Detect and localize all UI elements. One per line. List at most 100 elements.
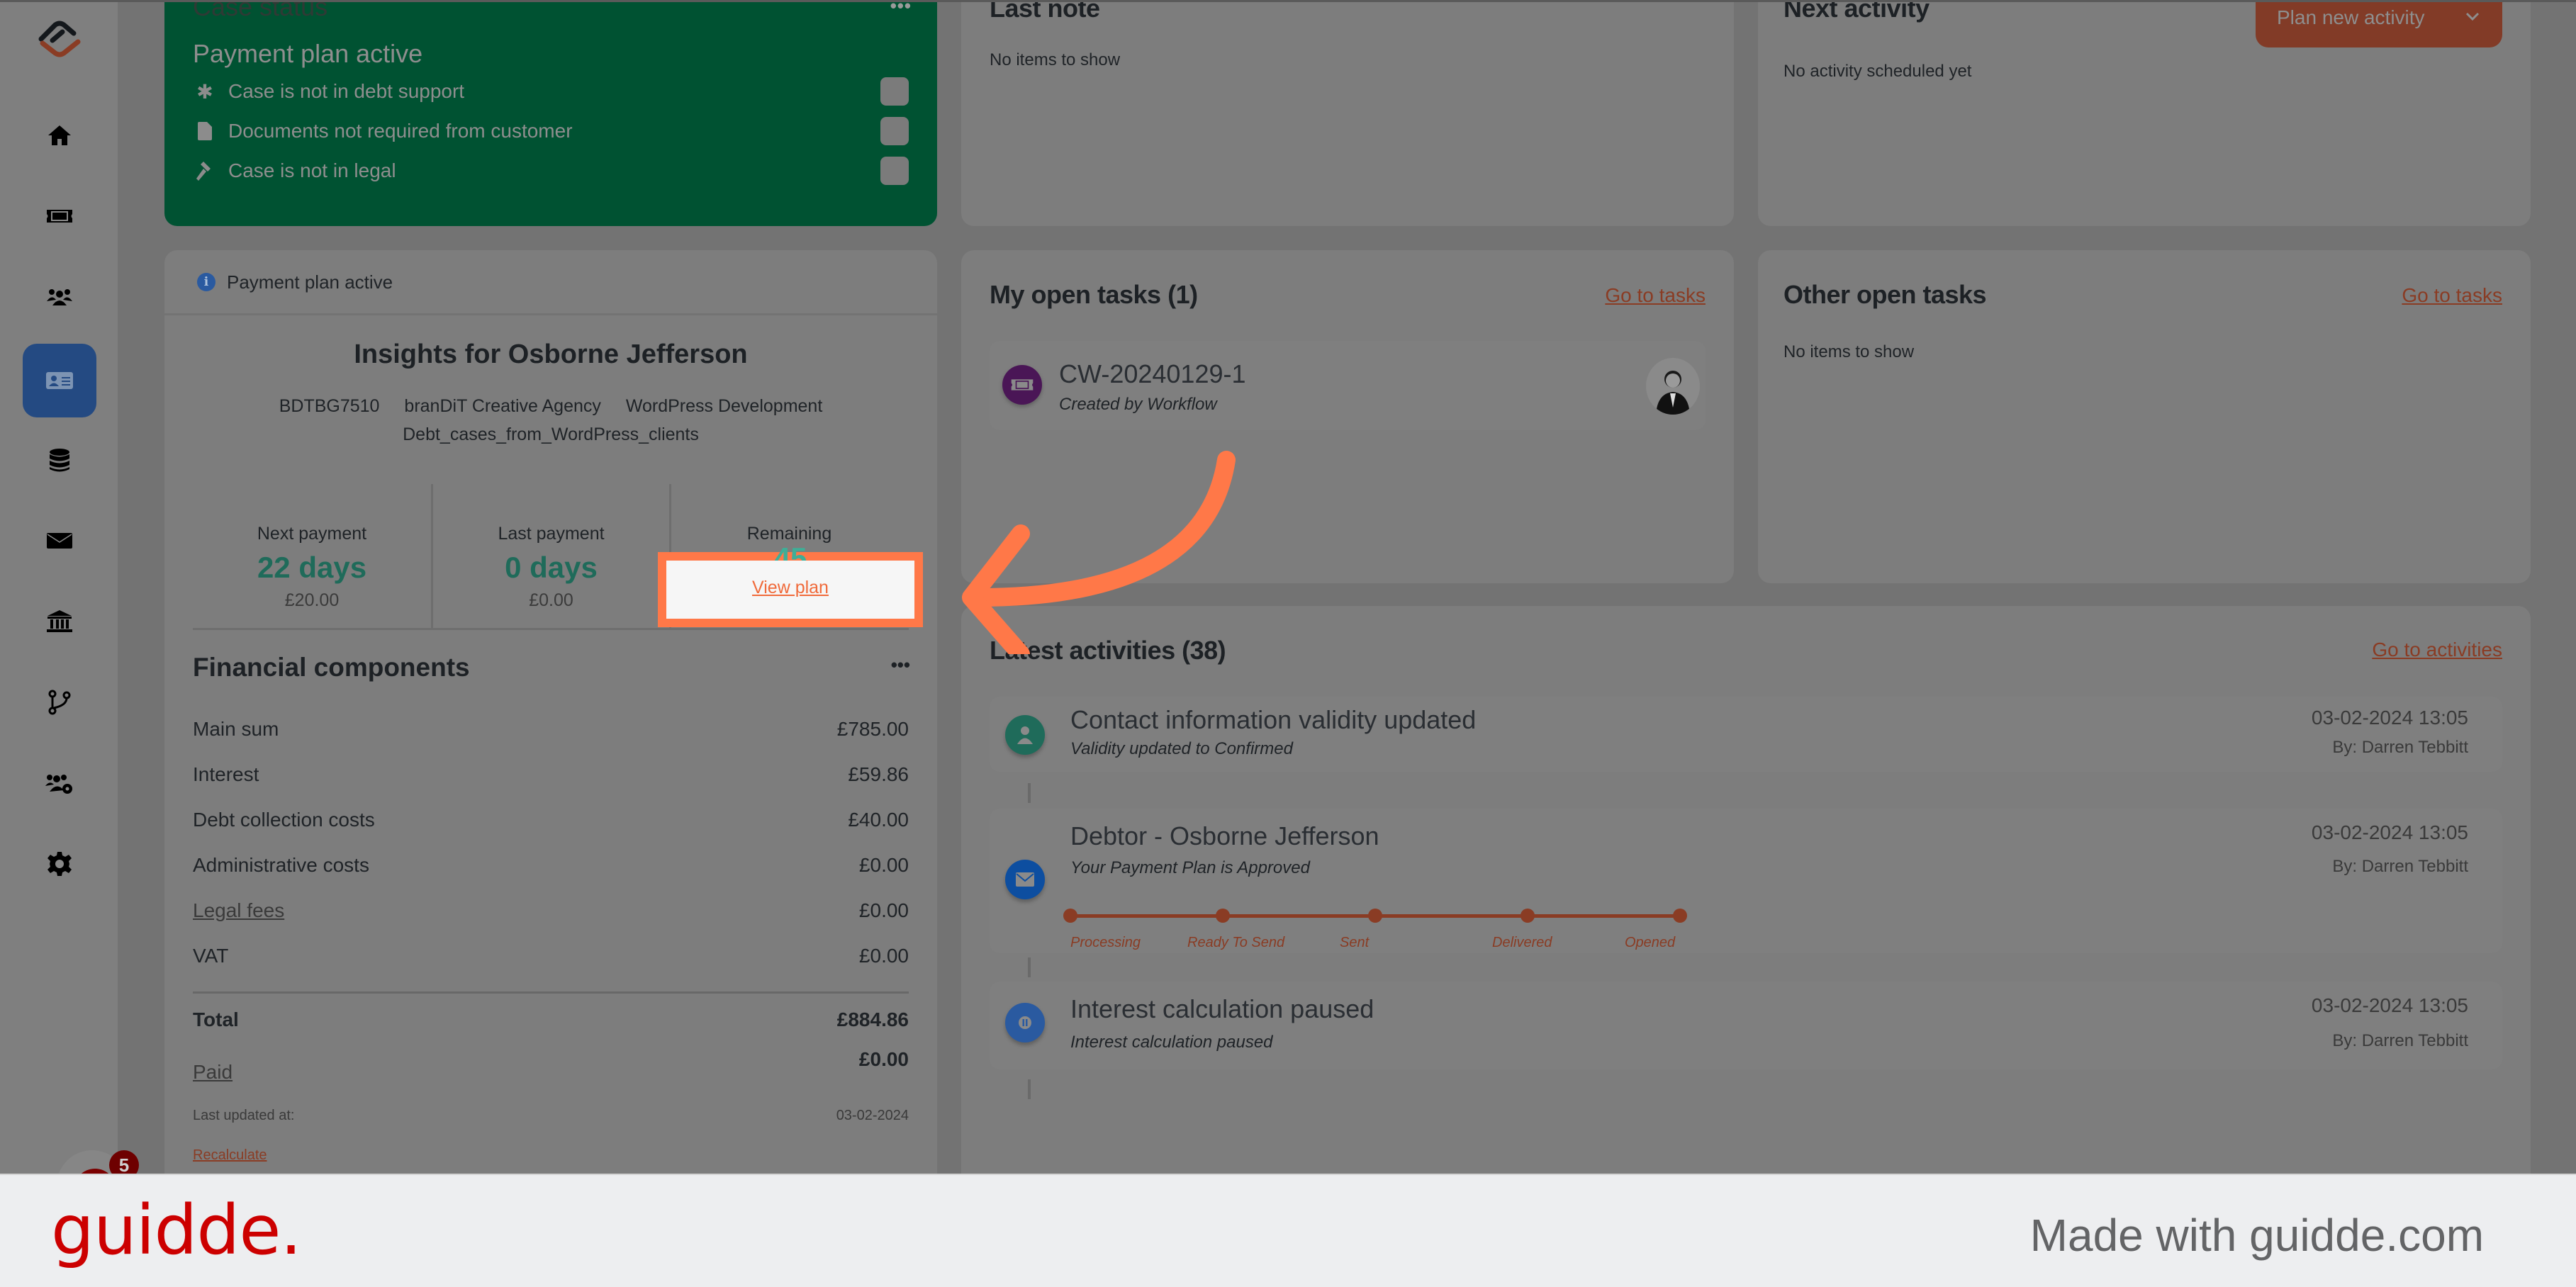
- my-open-tasks-card: My open tasks (1) Go to tasks CW-2024012…: [961, 250, 1734, 583]
- sidebar-item-home[interactable]: [23, 99, 96, 172]
- legal-fees-link[interactable]: Legal fees: [193, 899, 284, 922]
- financial-menu-button[interactable]: •••: [891, 654, 910, 676]
- activity-title: Interest calculation paused: [1070, 994, 1374, 1023]
- sidebar-item-tickets[interactable]: [23, 179, 96, 253]
- sidebar-item-customers[interactable]: [23, 260, 96, 334]
- tracker-step-dot: [1368, 909, 1382, 923]
- users-gear-icon: [45, 775, 72, 794]
- sidebar-item-messages[interactable]: [23, 504, 96, 578]
- tracker-step-label: Delivered: [1492, 935, 1552, 950]
- recalculate-link[interactable]: Recalculate: [193, 1147, 267, 1164]
- notification-badge: 5: [109, 1150, 139, 1174]
- financial-label: Debt collection costs: [193, 809, 375, 831]
- timeline-connector: [1028, 783, 1031, 803]
- my-open-tasks-title: My open tasks (1): [990, 280, 1198, 309]
- gear-icon: [47, 852, 72, 876]
- sidebar-item-workflows[interactable]: [23, 665, 96, 739]
- case-status-checkbox[interactable]: [880, 157, 909, 185]
- chevron-down-icon: [2465, 12, 2480, 21]
- activity-item[interactable]: Debtor - Osborne Jefferson Your Payment …: [990, 809, 2502, 953]
- task-item[interactable]: CW-20240129-1 Created by Workflow: [990, 341, 1706, 430]
- case-status-menu-button[interactable]: •••: [890, 2, 912, 17]
- case-status-checkbox[interactable]: [880, 77, 909, 106]
- users-icon: [47, 289, 72, 305]
- case-status-row-label: Case is not in debt support: [228, 80, 465, 102]
- latest-activities-card: Latest activities (38) Go to activities …: [961, 606, 2531, 1174]
- sidebar-item-cases[interactable]: [23, 344, 96, 417]
- next-activity-card: Next activity Plan new activity No activ…: [1758, 2, 2531, 226]
- total-value: £884.86: [836, 1008, 909, 1030]
- financial-value: £40.00: [848, 809, 909, 831]
- go-to-tasks-link[interactable]: Go to tasks: [2402, 284, 2502, 307]
- case-status-value: Payment plan active: [193, 39, 423, 68]
- sidebar-item-bank[interactable]: [23, 585, 96, 658]
- sidebar-item-database[interactable]: [23, 423, 96, 497]
- case-status-checkbox[interactable]: [880, 117, 909, 145]
- app-logo[interactable]: [34, 21, 85, 57]
- financial-value: £0.00: [858, 945, 909, 967]
- insights-meta: BDTBG7510 branDiT Creative Agency WordPr…: [164, 396, 937, 417]
- financial-label: Administrative costs: [193, 854, 369, 876]
- task-subtitle: Created by Workflow: [1059, 395, 1217, 414]
- case-status-row-label: Case is not in legal: [228, 159, 396, 181]
- remaining-value: 45: [773, 541, 807, 561]
- envelope-icon: [1005, 860, 1045, 899]
- home-icon: [48, 125, 71, 145]
- financial-row: Interest £59.86: [193, 763, 909, 792]
- tracker-step-dot: [1216, 909, 1230, 923]
- case-status-row-label: Documents not required from customer: [228, 120, 573, 142]
- activity-author: By: Darren Tebbitt: [2332, 738, 2468, 757]
- financial-row: Debt collection costs £40.00: [193, 809, 909, 837]
- activity-author: By: Darren Tebbitt: [2332, 1031, 2468, 1050]
- activity-title: Debtor - Osborne Jefferson: [1070, 821, 1379, 850]
- file-icon: [193, 122, 217, 140]
- last-updated-label: Last updated at:: [193, 1108, 295, 1123]
- id-card-icon: [46, 372, 73, 389]
- user-icon: [1005, 715, 1045, 755]
- latest-activities-title: Latest activities (38): [990, 636, 1226, 665]
- paid-value: £0.00: [858, 1048, 909, 1070]
- case-portfolio: Debt_cases_from_WordPress_clients: [403, 425, 699, 444]
- database-icon: [50, 449, 69, 472]
- last-note-card: Last note No items to show: [961, 0, 1734, 226]
- sidebar-item-settings[interactable]: [23, 827, 96, 901]
- financial-total-row: Total £884.86: [193, 1008, 909, 1037]
- app-window: 5 Case status ••• Payment plan active ✱ …: [0, 0, 2576, 1174]
- sidebar-item-user-groups[interactable]: [23, 746, 96, 820]
- activity-subtitle: Your Payment Plan is Approved: [1070, 858, 1310, 877]
- stat-amount: £20.00: [284, 590, 340, 610]
- case-status-title: Case status: [193, 0, 328, 21]
- financial-row: Administrative costs £0.00: [193, 854, 909, 882]
- insights-card: i Payment plan active Insights for Osbor…: [164, 250, 937, 1174]
- view-plan-link[interactable]: View plan: [666, 578, 914, 598]
- plan-new-activity-button[interactable]: Plan new activity: [2256, 2, 2502, 47]
- go-to-activities-link[interactable]: Go to activities: [2372, 639, 2502, 661]
- financial-value: £59.86: [848, 763, 909, 785]
- last-note-title: Last note: [990, 0, 1100, 23]
- stat-amount: £0.00: [529, 590, 573, 610]
- client-name: branDiT Creative Agency: [404, 396, 601, 416]
- case-status-row: ✱ Case is not in debt support: [193, 77, 909, 106]
- stat-value: 22 days: [257, 551, 367, 584]
- activity-item[interactable]: Interest calculation paused Interest cal…: [990, 982, 2502, 1069]
- case-status-card: Case status ••• Payment plan active ✱ Ca…: [164, 0, 937, 226]
- tracker-step-dot: [1521, 909, 1535, 923]
- stat-label: Last payment: [498, 524, 605, 544]
- go-to-tasks-link[interactable]: Go to tasks: [1605, 284, 1706, 307]
- activity-item[interactable]: Contact information validity updated Val…: [990, 697, 2502, 772]
- tracker-step-dot: [1063, 909, 1077, 923]
- bank-icon: [47, 610, 72, 632]
- pause-icon: [1005, 1003, 1045, 1042]
- tracker-step-dot: [1673, 909, 1687, 923]
- financial-value: £785.00: [836, 718, 909, 740]
- timeline-connector: [1028, 957, 1031, 977]
- tracker-step-label: Sent: [1340, 935, 1370, 950]
- stat-next-payment: Next payment 22 days £20.00: [193, 484, 431, 630]
- tracker-step-label: Processing: [1070, 935, 1141, 950]
- made-with-text: Made with guidde.com: [2029, 1210, 2484, 1261]
- timeline-connector: [1028, 1079, 1031, 1099]
- task-id: CW-20240129-1: [1059, 359, 1246, 388]
- case-reference: BDTBG7510: [279, 396, 380, 416]
- envelope-icon: [47, 533, 72, 549]
- view-plan-highlight: 45 View plan: [658, 541, 923, 627]
